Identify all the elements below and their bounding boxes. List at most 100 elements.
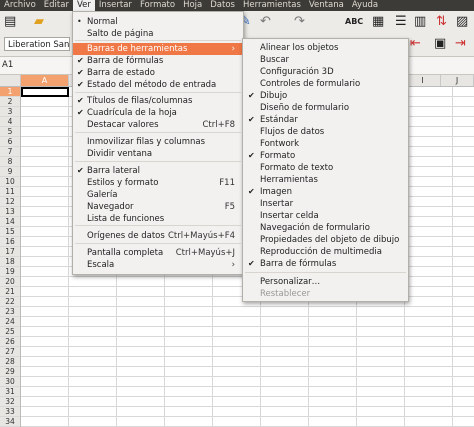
menu-herramientas[interactable]: Herramientas — [239, 0, 305, 11]
ver-menu-item-cuadricula-de-la-hoja[interactable]: ✔ Cuadrícula de la hoja — [73, 107, 243, 119]
ver-menu-item-escala[interactable]: Escala › — [73, 259, 243, 271]
menu-archivo[interactable]: Archivo — [0, 0, 40, 11]
toolbar-item-propiedades-del-objeto-de-dibujo[interactable]: Propiedades del objeto de dibujo — [243, 234, 408, 246]
redo-icon[interactable]: ↷ — [294, 14, 305, 30]
toolbar-item-insertar-celda[interactable]: Insertar celda — [243, 210, 408, 222]
corner-cell[interactable] — [0, 75, 21, 86]
row-header[interactable]: 22 — [0, 297, 20, 307]
toolbar-item-barra-de-formulas[interactable]: ✔ Barra de fórmulas — [243, 258, 408, 270]
row-header[interactable]: 5 — [0, 127, 20, 137]
chart-icon[interactable]: ▨ — [456, 14, 468, 30]
ver-menu-item-inmovilizar-filas-y-columnas[interactable]: Inmovilizar filas y columnas — [73, 136, 243, 148]
menu-datos[interactable]: Datos — [206, 0, 239, 11]
ver-menu-item-lista-de-funciones[interactable]: Lista de funciones — [73, 213, 243, 225]
ver-menu-item-destacar-valores[interactable]: Destacar valores Ctrl+F8 — [73, 119, 243, 131]
ver-menu-item-titulos-de-filas-columnas[interactable]: ✔ Títulos de filas/columnas — [73, 95, 243, 107]
grid-icon[interactable]: ▦ — [372, 14, 384, 30]
row-header[interactable]: 21 — [0, 287, 20, 297]
ver-menu-item-barra-lateral[interactable]: ✔ Barra lateral — [73, 165, 243, 177]
rows-icon[interactable]: ☰ — [395, 14, 407, 30]
toolbar-item-reproduccion-de-multimedia[interactable]: Reproducción de multimedia — [243, 246, 408, 258]
ver-menu-item-normal[interactable]: • Normal — [73, 16, 243, 28]
align-icon[interactable]: ⇥ — [455, 36, 466, 52]
ver-menu-item-estado-del-metodo-de-entrada[interactable]: ✔ Estado del método de entrada — [73, 79, 243, 91]
toolbar-item-navegacion-de-formulario[interactable]: Navegación de formulario — [243, 222, 408, 234]
row-header[interactable]: 18 — [0, 257, 20, 267]
ver-menu-item-origenes-de-datos[interactable]: Orígenes de datos Ctrl+Mayús+F4 — [73, 230, 243, 242]
row-header[interactable]: 20 — [0, 277, 20, 287]
row-header[interactable]: 12 — [0, 197, 20, 207]
ver-menu-item-dividir-ventana[interactable]: Dividir ventana — [73, 148, 243, 160]
spellcheck-icon[interactable]: ABC — [345, 14, 363, 30]
row-header[interactable]: 32 — [0, 397, 20, 407]
row-header[interactable]: 6 — [0, 137, 20, 147]
row-header[interactable]: 15 — [0, 227, 20, 237]
toolbar-item-dibujo[interactable]: ✔ Dibujo — [243, 90, 408, 102]
row-header[interactable]: 9 — [0, 167, 20, 177]
ver-menu-item-salto-de-pagina[interactable]: Salto de página — [73, 28, 243, 40]
row-header[interactable]: 16 — [0, 237, 20, 247]
row-header[interactable]: 14 — [0, 217, 20, 227]
ver-menu-item-barra-de-estado[interactable]: ✔ Barra de estado — [73, 67, 243, 79]
toolbar-item-formato-de-texto[interactable]: Formato de texto — [243, 162, 408, 174]
row-header[interactable]: 3 — [0, 107, 20, 117]
menu-formato[interactable]: Formato — [136, 0, 179, 11]
ver-menu-item-barras-de-herramientas[interactable]: Barras de herramientas › — [73, 43, 243, 55]
font-name-box[interactable]: Liberation Sans — [4, 37, 70, 51]
toolbar-item-buscar[interactable]: Buscar — [243, 54, 408, 66]
toolbar-item-imagen[interactable]: ✔ Imagen — [243, 186, 408, 198]
toolbar-item-estandar[interactable]: ✔ Estándar — [243, 114, 408, 126]
active-cell[interactable] — [21, 87, 69, 97]
new-document-icon[interactable]: ▤ — [4, 14, 16, 30]
row-header[interactable]: 4 — [0, 117, 20, 127]
toolbar-item-flujos-de-datos[interactable]: Flujos de datos — [243, 126, 408, 138]
ver-menu-item-pantalla-completa[interactable]: Pantalla completa Ctrl+Mayús+J — [73, 247, 243, 259]
undo-icon[interactable]: ↶ — [260, 14, 271, 30]
row-header[interactable]: 8 — [0, 157, 20, 167]
column-header-j[interactable]: J — [441, 75, 474, 86]
row-header[interactable]: 17 — [0, 247, 20, 257]
ver-menu-item-galeria[interactable]: Galería — [73, 189, 243, 201]
menu-ayuda[interactable]: Ayuda — [348, 0, 382, 11]
toolbar-item-personalizar[interactable]: Personalizar… — [243, 276, 408, 288]
row-header[interactable]: 10 — [0, 177, 20, 187]
name-box[interactable]: A1 — [2, 60, 13, 70]
menu-editar[interactable]: Editar — [40, 0, 73, 11]
row-header[interactable]: 7 — [0, 147, 20, 157]
row-header[interactable]: 13 — [0, 207, 20, 217]
column-header-i[interactable]: I — [405, 75, 441, 86]
row-header[interactable]: 28 — [0, 357, 20, 367]
row-header[interactable]: 24 — [0, 317, 20, 327]
open-folder-icon[interactable]: ▰ — [34, 14, 44, 30]
row-header[interactable]: 25 — [0, 327, 20, 337]
toolbar-item-controles-de-formulario[interactable]: Controles de formulario — [243, 78, 408, 90]
toolbar-item-diseno-de-formulario[interactable]: Diseño de formulario — [243, 102, 408, 114]
row-header[interactable]: 19 — [0, 267, 20, 277]
row-header[interactable]: 29 — [0, 367, 20, 377]
menu-ver[interactable]: Ver — [72, 0, 95, 11]
columns-icon[interactable]: ▥ — [414, 14, 426, 30]
menu-hoja[interactable]: Hoja — [179, 0, 206, 11]
toolbar-item-herramientas[interactable]: Herramientas — [243, 174, 408, 186]
row-header[interactable]: 2 — [0, 97, 20, 107]
toolbar-item-formato[interactable]: ✔ Formato — [243, 150, 408, 162]
ver-menu-item-navegador[interactable]: Navegador F5 — [73, 201, 243, 213]
decrease-indent-icon[interactable]: ⇤ — [410, 36, 421, 52]
border-icon[interactable]: ▣ — [434, 36, 446, 52]
row-header[interactable]: 1 — [0, 87, 20, 97]
ver-menu-item-barra-de-formulas[interactable]: ✔ Barra de fórmulas — [73, 55, 243, 67]
row-header[interactable]: 11 — [0, 187, 20, 197]
row-header[interactable]: 30 — [0, 377, 20, 387]
sort-icon[interactable]: ⇅ — [436, 14, 447, 30]
row-header[interactable]: 23 — [0, 307, 20, 317]
row-header[interactable]: 31 — [0, 387, 20, 397]
toolbar-item-insertar[interactable]: Insertar — [243, 198, 408, 210]
toolbar-item-configuracion-3d[interactable]: Configuración 3D — [243, 66, 408, 78]
menu-ventana[interactable]: Ventana — [305, 0, 348, 11]
row-header[interactable]: 27 — [0, 347, 20, 357]
column-header-a[interactable]: A — [21, 75, 69, 86]
row-header[interactable]: 33 — [0, 407, 20, 417]
ver-menu-item-estilos-y-formato[interactable]: Estilos y formato F11 — [73, 177, 243, 189]
toolbar-item-alinear-los-objetos[interactable]: Alinear los objetos — [243, 42, 408, 54]
menu-insertar[interactable]: Insertar — [95, 0, 136, 11]
